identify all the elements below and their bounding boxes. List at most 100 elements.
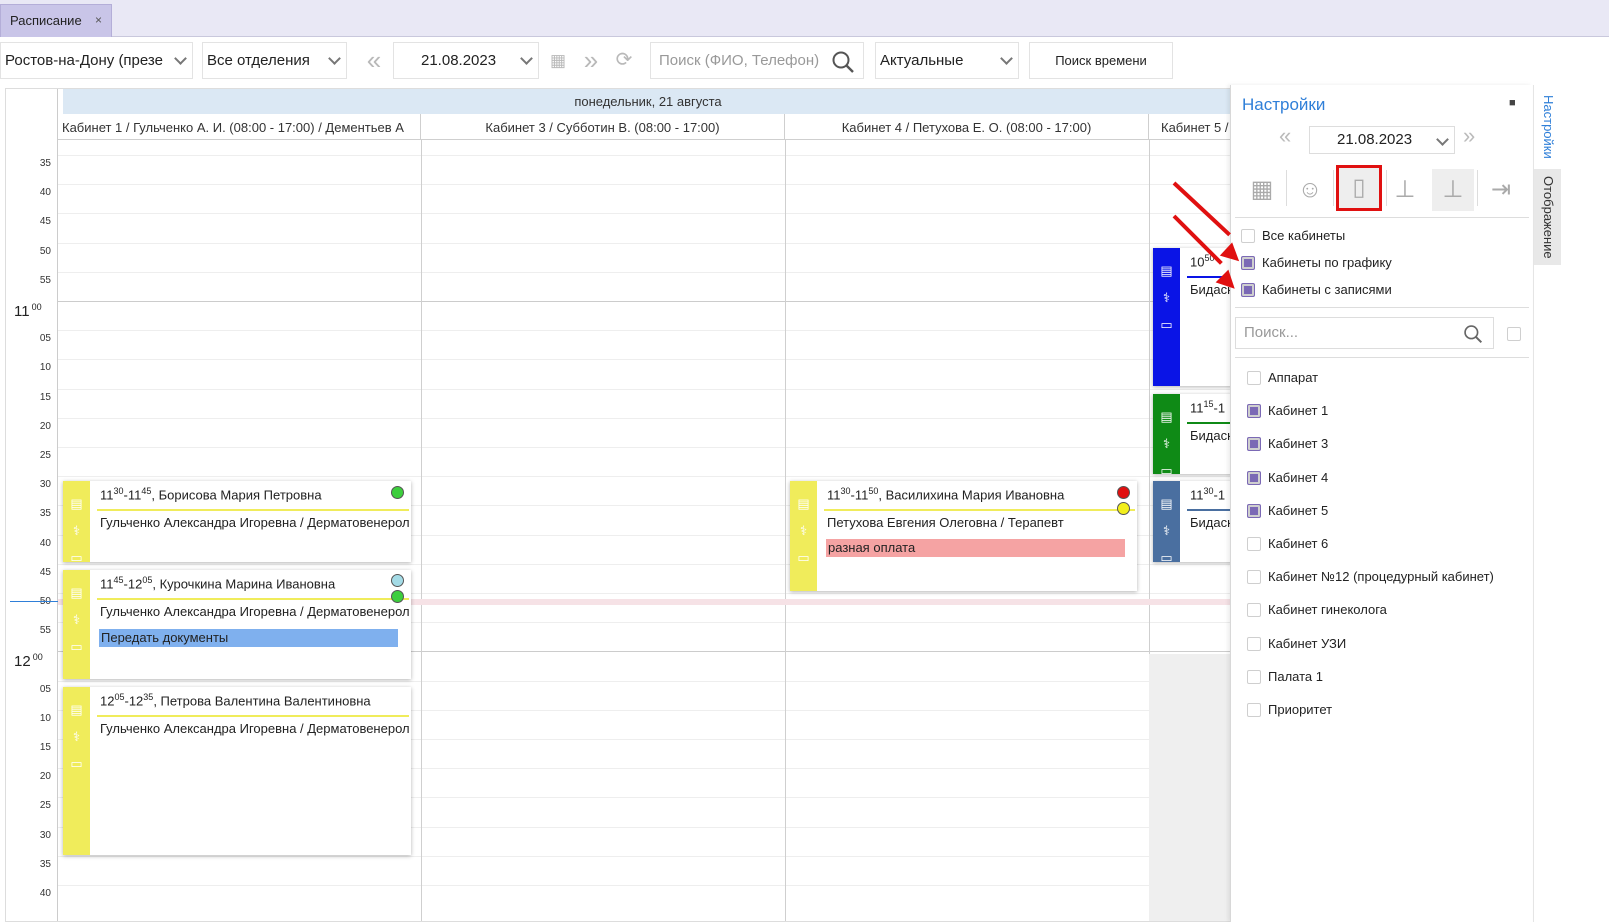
id-card-icon[interactable]: ▤ xyxy=(1158,490,1175,517)
room-checkbox[interactable] xyxy=(1247,570,1261,585)
appointment-doctor: Гульченко Александра Игоревна / Дерматов… xyxy=(100,604,410,619)
id-card-icon[interactable]: ▤ xyxy=(1158,257,1175,284)
appointment-color-bar: ▤ ⚕ ▭ xyxy=(1153,481,1180,562)
stethoscope-icon[interactable]: ⚕ xyxy=(1158,284,1175,311)
comment-icon[interactable]: ▭ xyxy=(795,544,812,571)
room-checkbox[interactable] xyxy=(1247,636,1261,651)
tab-schedule[interactable]: Расписание × xyxy=(0,4,112,37)
date-select[interactable]: 21.08.2023 xyxy=(393,42,539,79)
search-icon[interactable] xyxy=(1463,324,1483,344)
grid-line xyxy=(58,680,1231,682)
search-icon[interactable] xyxy=(831,50,855,74)
room-label: Кабинет №12 (процедурный кабинет) xyxy=(1268,569,1494,585)
status-filter-select[interactable]: Актуальные xyxy=(875,42,1019,79)
comment-icon[interactable]: ▭ xyxy=(68,750,85,777)
minute-label: 15 xyxy=(39,391,51,403)
department-select[interactable]: Все отделения xyxy=(202,42,347,79)
appointment-card[interactable]: ▤ ⚕ ▭ 1130-1150, Василихина Мария Ивановна… xyxy=(790,481,1137,591)
appointment-time-patient: 1130-1150, Василихина Мария Ивановна xyxy=(827,486,1065,503)
cabinet-view-icon[interactable]: ▯ xyxy=(1336,165,1382,211)
room-checkbox[interactable] xyxy=(1247,669,1261,684)
column-header-cabinet-5[interactable]: Кабинет 5 / xyxy=(1149,114,1231,140)
find-time-button[interactable]: Поиск времени xyxy=(1029,42,1173,79)
chevron-down-icon xyxy=(520,52,533,65)
stethoscope-icon[interactable]: ⚕ xyxy=(1158,517,1175,544)
id-card-icon[interactable]: ▤ xyxy=(68,579,85,606)
id-card-icon[interactable]: ▤ xyxy=(1158,403,1175,430)
comment-icon[interactable]: ▭ xyxy=(68,544,85,562)
chevron-down-icon xyxy=(174,52,187,65)
calendar-export-icon[interactable]: ⇥ xyxy=(1480,169,1522,211)
branch-select[interactable]: Ростов-на-Дону (презе xyxy=(0,42,193,79)
grid-line xyxy=(58,271,1231,273)
cabinet-search-input[interactable]: Поиск... xyxy=(1235,317,1494,349)
comment-icon[interactable]: ▭ xyxy=(68,633,85,660)
patient-search-input[interactable]: Поиск (ФИО, Телефон) xyxy=(650,42,864,79)
appointment-time-patient: 1145-1205, Курочкина Марина Ивановна xyxy=(100,575,336,592)
checkbox-all-cabinets[interactable] xyxy=(1241,229,1255,243)
checkbox-cabinets-by-schedule[interactable] xyxy=(1241,256,1255,270)
room-checkbox[interactable] xyxy=(1247,703,1261,717)
room-checkbox[interactable] xyxy=(1247,537,1261,551)
comment-icon[interactable]: ▭ xyxy=(1158,457,1175,474)
appointment-card[interactable]: ▤⚕▭ 1115-1 Бидаски xyxy=(1153,394,1231,474)
settings-date-select[interactable]: 21.08.2023 xyxy=(1309,126,1455,154)
side-tabs: Настройки Отображение xyxy=(1533,85,1561,922)
side-tab-display[interactable]: Отображение xyxy=(1534,169,1561,265)
column-divider xyxy=(785,140,786,921)
room-checkbox[interactable] xyxy=(1247,371,1261,385)
column-header-cabinet-3[interactable]: Кабинет 3 / Субботин В. (08:00 - 17:00) xyxy=(421,114,785,140)
department-tree-icon[interactable]: ⊥ xyxy=(1384,169,1426,211)
next-day-icon[interactable]: » xyxy=(575,42,607,79)
column-header-cabinet-4[interactable]: Кабинет 4 / Петухова Е. О. (08:00 - 17:0… xyxy=(785,114,1149,140)
pin-icon[interactable]: ■ xyxy=(1509,97,1516,109)
appointment-color-bar: ▤ ⚕ ▭ xyxy=(1153,394,1180,474)
option-cabinets-with-records-label: Кабинеты с записями xyxy=(1262,282,1392,297)
calendar-icon[interactable]: ▦ xyxy=(545,42,571,79)
schedule-view-icon[interactable]: ▦ xyxy=(1241,169,1283,211)
checkbox-select-all-rooms[interactable] xyxy=(1507,327,1521,341)
room-checkbox[interactable] xyxy=(1247,503,1261,518)
comment-icon[interactable]: ▭ xyxy=(1158,544,1175,562)
refresh-icon[interactable]: ⟳ xyxy=(610,42,638,79)
appointment-card[interactable]: ▤ ⚕ ▭ 1145-1205, Курочкина Марина Ивановна… xyxy=(63,570,411,679)
side-tab-settings[interactable]: Настройки xyxy=(1534,89,1561,165)
appointment-color-bar: ▤ ⚕ ▭ xyxy=(790,481,817,591)
stethoscope-icon[interactable]: ⚕ xyxy=(1158,430,1175,457)
stethoscope-icon[interactable]: ⚕ xyxy=(68,606,85,633)
appointment-card[interactable]: ▤ ⚕ ▭ 1130-1145, Борисова Мария Петровна Г… xyxy=(63,481,411,562)
stethoscope-icon[interactable]: ⚕ xyxy=(68,723,85,750)
date-select-value: 21.08.2023 xyxy=(421,52,497,69)
prev-day-icon[interactable]: « xyxy=(358,42,390,79)
branch-tree-icon[interactable]: ⊥ xyxy=(1432,169,1474,211)
room-checkbox[interactable] xyxy=(1247,437,1261,452)
tab-strip: Расписание × xyxy=(0,0,1609,37)
settings-next-day-icon[interactable]: » xyxy=(1463,123,1475,149)
room-checkbox[interactable] xyxy=(1247,404,1261,419)
appointment-card[interactable]: ▤ ⚕ ▭ 1205-1235, Петрова Валентина Валенти… xyxy=(63,687,411,855)
comment-icon[interactable]: ▭ xyxy=(1158,311,1175,338)
column-header-cabinet-1[interactable]: Кабинет 1 / Гульченко А. И. (08:00 - 17:… xyxy=(58,114,421,140)
stethoscope-icon[interactable]: ⚕ xyxy=(795,517,812,544)
grid-line xyxy=(58,242,1231,244)
chevron-down-icon xyxy=(1000,52,1013,65)
doctor-view-icon[interactable]: ☺ xyxy=(1289,169,1331,211)
minute-label: 55 xyxy=(39,274,51,286)
grid-line xyxy=(58,184,1231,186)
minute-label: 50 xyxy=(39,245,51,257)
id-card-icon[interactable]: ▤ xyxy=(68,696,85,723)
appointment-card[interactable]: ▤⚕▭ 1050 Бидаски xyxy=(1153,248,1231,386)
settings-prev-day-icon[interactable]: « xyxy=(1279,123,1291,149)
id-card-icon[interactable]: ▤ xyxy=(795,490,812,517)
column-divider xyxy=(421,140,422,921)
minute-label: 45 xyxy=(39,216,51,228)
minute-label: 05 xyxy=(39,683,51,695)
checkbox-cabinets-with-records[interactable] xyxy=(1241,283,1255,297)
room-checkbox[interactable] xyxy=(1247,603,1261,618)
stethoscope-icon[interactable]: ⚕ xyxy=(68,517,85,544)
room-label: Кабинет УЗИ xyxy=(1268,635,1347,651)
room-checkbox[interactable] xyxy=(1247,470,1261,485)
id-card-icon[interactable]: ▤ xyxy=(68,490,85,517)
close-tab-icon[interactable]: × xyxy=(95,5,102,36)
appointment-card[interactable]: ▤⚕▭ 1130-1 Бидаски xyxy=(1153,481,1231,562)
